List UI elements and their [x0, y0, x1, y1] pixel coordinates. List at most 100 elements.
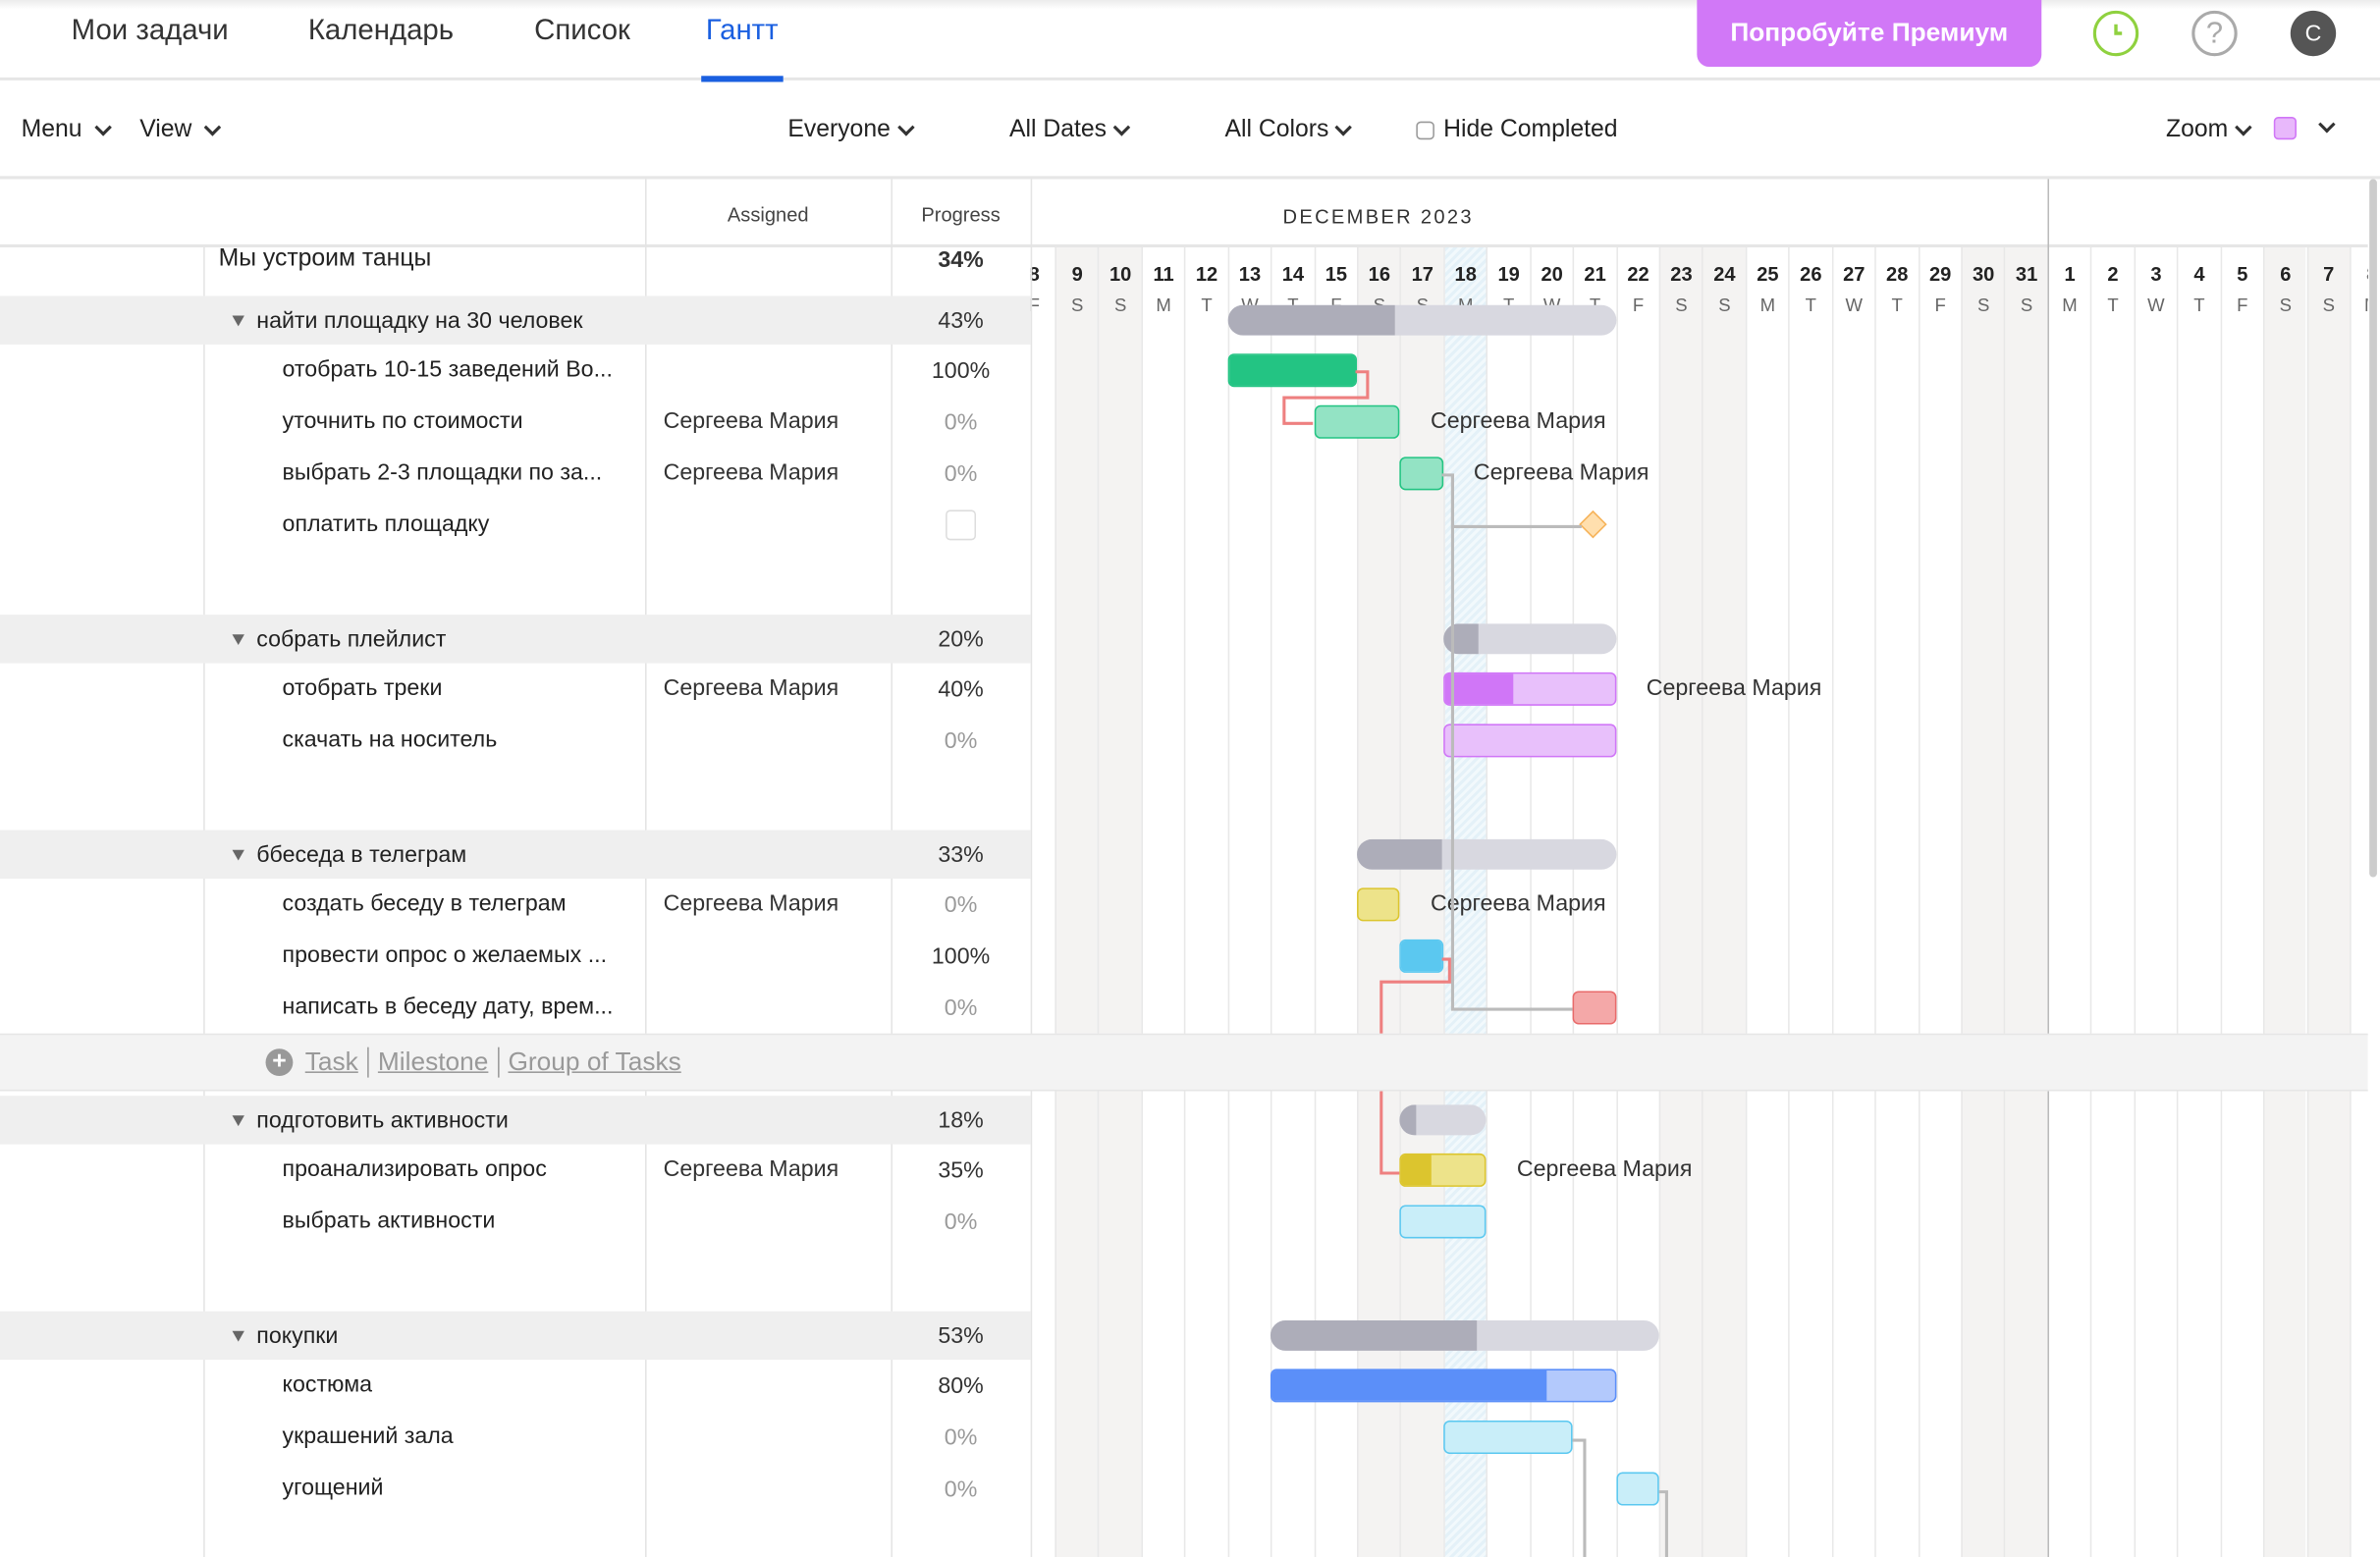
color-picker[interactable]: [2273, 116, 2336, 140]
dates-label: All Dates: [1009, 117, 1108, 143]
view-dropdown[interactable]: View: [139, 117, 222, 144]
add-milestone-link[interactable]: Milestone: [369, 1047, 500, 1078]
task-row[interactable]: провести опрос о желаемых ... 100%: [0, 931, 2368, 983]
clock-icon[interactable]: [2092, 10, 2139, 57]
task-bar[interactable]: [1227, 353, 1358, 388]
task-bar[interactable]: [1400, 1153, 1487, 1187]
bar-assignee-label: Сергеева Мария: [1430, 407, 1606, 435]
help-icon[interactable]: ?: [2191, 10, 2238, 57]
task-bar[interactable]: [1400, 1205, 1487, 1239]
task-name[interactable]: создать беседу в телеграм: [283, 879, 639, 931]
task-name[interactable]: украшений зала: [283, 1412, 639, 1464]
tab-my-tasks[interactable]: Мои задачи: [72, 15, 229, 48]
task-bar[interactable]: [1314, 404, 1401, 439]
milestone-name[interactable]: оплатить площадку: [283, 500, 639, 552]
task-row[interactable]: отобрать 10-15 заведений Во... 100%: [0, 345, 2368, 397]
task-name[interactable]: скачать на носитель: [283, 715, 639, 767]
dates-filter[interactable]: All Dates: [1009, 117, 1131, 144]
task-progress: 100%: [931, 942, 991, 970]
milestone-diamond[interactable]: [1579, 510, 1608, 539]
task-row[interactable]: выбрать активности 0%: [0, 1196, 2368, 1248]
hide-completed-checkbox[interactable]: [1416, 121, 1434, 140]
task-row[interactable]: угощений 0%: [0, 1463, 2368, 1515]
group-bar[interactable]: [1443, 623, 1616, 655]
progress-header[interactable]: Progress: [891, 203, 1030, 226]
task-assignee[interactable]: Сергеева Мария: [664, 1145, 839, 1197]
task-bar[interactable]: [1400, 939, 1444, 973]
collapse-triangle-icon[interactable]: [232, 848, 244, 860]
scrollbar[interactable]: [2369, 179, 2377, 878]
group-row-background: [0, 1311, 1031, 1361]
tab-calendar[interactable]: Календарь: [308, 15, 454, 48]
task-row[interactable]: украшений зала 0%: [0, 1412, 2368, 1464]
add-task-link[interactable]: Task: [296, 1047, 369, 1078]
task-bar[interactable]: [1443, 1420, 1573, 1454]
collapse-triangle-icon[interactable]: [232, 1114, 244, 1126]
avatar[interactable]: С: [2290, 10, 2337, 57]
task-name[interactable]: проанализировать опрос: [283, 1145, 639, 1197]
task-bar[interactable]: [1615, 1472, 1659, 1506]
task-bar[interactable]: [1572, 991, 1616, 1025]
premium-button[interactable]: Попробуйте Премиум: [1697, 0, 2042, 68]
task-row[interactable]: проанализировать опрос Сергеева Мария 35…: [0, 1145, 2368, 1197]
task-bar[interactable]: [1443, 671, 1616, 706]
collapse-triangle-icon[interactable]: [232, 314, 244, 326]
assigned-header[interactable]: Assigned: [645, 203, 891, 226]
project-name[interactable]: Мы устроим танцы: [219, 236, 432, 284]
colors-filter[interactable]: All Colors: [1225, 117, 1353, 144]
group-row[interactable]: ббеседа в телеграм 33%: [0, 830, 2368, 880]
menu-dropdown[interactable]: Menu: [22, 117, 112, 144]
task-row[interactable]: создать беседу в телеграм Сергеева Мария…: [0, 879, 2368, 931]
group-name[interactable]: собрать плейлист: [232, 615, 446, 663]
task-row[interactable]: выбрать 2-3 площадки по за... Сергеева М…: [0, 448, 2368, 500]
task-name[interactable]: выбрать 2-3 площадки по за...: [283, 448, 639, 500]
group-bar[interactable]: [1357, 838, 1616, 870]
gantt-app: Мои задачи Календарь Список Гантт Попроб…: [0, 0, 2380, 1557]
plus-circle-icon[interactable]: +: [265, 1048, 294, 1077]
task-row[interactable]: оплатить площадку: [0, 500, 2368, 552]
task-assignee[interactable]: Сергеева Мария: [664, 396, 839, 448]
task-name[interactable]: костюма: [283, 1360, 639, 1412]
zoom-dropdown[interactable]: Zoom: [2166, 117, 2252, 144]
everyone-filter[interactable]: Everyone: [787, 117, 915, 144]
add-item-row[interactable]: + Task Milestone Group of Tasks: [0, 1033, 2368, 1092]
tab-gantt[interactable]: Гантт: [701, 15, 783, 82]
task-name[interactable]: выбрать активности: [283, 1196, 639, 1248]
task-name[interactable]: уточнить по стоимости: [283, 396, 639, 448]
task-assignee[interactable]: Сергеева Мария: [664, 664, 839, 716]
group-row[interactable]: найти площадку на 30 человек 43%: [0, 295, 2368, 345]
add-group-of-tasks-link[interactable]: Group of Tasks: [499, 1047, 690, 1078]
task-bar[interactable]: [1400, 456, 1444, 491]
task-row[interactable]: костюма 80%: [0, 1360, 2368, 1412]
project-row[interactable]: Мы устроим танцы 34%: [0, 245, 2368, 295]
group-row[interactable]: подготовить активности 18%: [0, 1096, 2368, 1145]
task-row[interactable]: написать в беседу дату, врем... 0%: [0, 982, 2368, 1034]
group-name[interactable]: найти площадку на 30 человек: [232, 295, 583, 344]
task-bar[interactable]: [1443, 724, 1616, 758]
task-name[interactable]: отобрать 10-15 заведений Во...: [283, 345, 639, 397]
task-name[interactable]: угощений: [283, 1463, 639, 1515]
milestone-checkbox[interactable]: [946, 510, 977, 541]
task-assignee[interactable]: Сергеева Мария: [664, 879, 839, 931]
task-name[interactable]: отобрать треки: [283, 664, 639, 716]
task-bar[interactable]: [1357, 887, 1401, 922]
group-row[interactable]: покупки 53%: [0, 1311, 2368, 1361]
group-bar[interactable]: [1227, 304, 1616, 336]
group-name[interactable]: ббеседа в телеграм: [232, 831, 466, 879]
task-row[interactable]: уточнить по стоимости Сергеева Мария 0% С…: [0, 396, 2368, 448]
task-bar[interactable]: [1271, 1369, 1616, 1403]
group-bar[interactable]: [1271, 1319, 1659, 1351]
group-row[interactable]: собрать плейлист 20%: [0, 615, 2368, 664]
task-assignee[interactable]: Сергеева Мария: [664, 448, 839, 500]
collapse-triangle-icon[interactable]: [232, 633, 244, 645]
task-name[interactable]: написать в беседу дату, врем...: [283, 982, 639, 1034]
group-bar[interactable]: [1400, 1104, 1487, 1136]
task-row[interactable]: отобрать треки Сергеева Мария 40% Сергеев…: [0, 664, 2368, 716]
group-name[interactable]: подготовить активности: [232, 1096, 509, 1144]
task-name[interactable]: провести опрос о желаемых ...: [283, 931, 639, 983]
hide-completed-toggle[interactable]: Hide Completed: [1416, 117, 1618, 144]
task-row[interactable]: скачать на носитель 0%: [0, 715, 2368, 767]
tab-list[interactable]: Список: [534, 15, 630, 48]
collapse-triangle-icon[interactable]: [232, 1329, 244, 1341]
group-name[interactable]: покупки: [232, 1312, 338, 1360]
